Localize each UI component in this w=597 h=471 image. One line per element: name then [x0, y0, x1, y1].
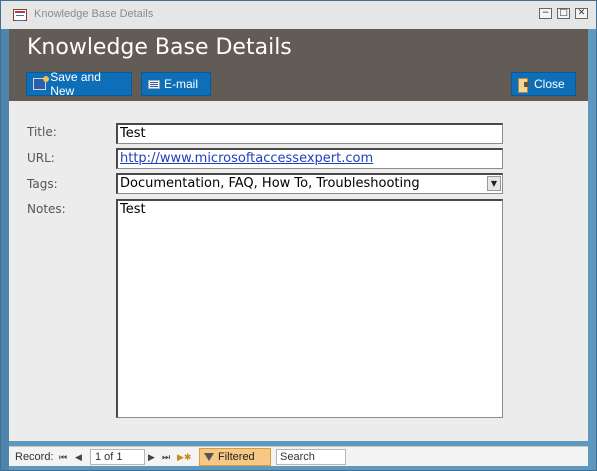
email-icon	[148, 79, 160, 89]
notes-label: Notes:	[27, 202, 66, 216]
minimize-button[interactable]: −	[539, 8, 552, 19]
page-title: Knowledge Base Details	[27, 35, 292, 60]
form-content: Knowledge Base Details Save and New E-ma…	[9, 29, 588, 441]
url-field[interactable]: http://www.microsoftaccessexpert.com	[116, 148, 503, 169]
tags-value: Documentation, FAQ, How To, Troubleshoot…	[120, 176, 420, 191]
chevron-down-icon[interactable]: ▼	[487, 176, 501, 191]
form-header: Knowledge Base Details Save and New E-ma…	[9, 29, 588, 101]
filter-label: Filtered	[218, 451, 255, 463]
save-and-new-label: Save and New	[50, 70, 101, 98]
window-left-border	[1, 29, 9, 470]
save-and-new-button[interactable]: Save and New	[26, 70, 132, 98]
previous-record-icon[interactable]: ◀	[75, 450, 82, 465]
title-field[interactable]: Test	[116, 123, 503, 144]
filter-icon	[204, 453, 214, 462]
url-label: URL:	[27, 151, 55, 165]
email-label: E-mail	[164, 77, 199, 91]
close-window-button[interactable]: ✕	[575, 8, 588, 19]
tags-combobox[interactable]: Documentation, FAQ, How To, Troubleshoot…	[116, 173, 503, 194]
first-record-icon[interactable]: ⏮	[59, 450, 67, 465]
window-titlebar[interactable]: Knowledge Base Details − □ ✕	[1, 1, 596, 29]
email-button[interactable]: E-mail	[141, 72, 211, 96]
form-window: Knowledge Base Details − □ ✕ Knowledge B…	[0, 0, 597, 471]
record-navigation-bar: Record: ⏮ ◀ 1 of 1 ▶ ⏭ ▶✱ Filtered Searc…	[9, 446, 588, 466]
close-button[interactable]: Close	[511, 72, 576, 96]
new-record-icon[interactable]: ▶✱	[177, 450, 191, 465]
title-label: Title:	[27, 125, 57, 139]
close-door-icon	[518, 77, 530, 93]
save-new-icon	[33, 76, 50, 90]
window-controls: − □ ✕	[539, 8, 588, 19]
search-input[interactable]: Search	[276, 449, 346, 465]
filter-toggle-button[interactable]: Filtered	[199, 448, 271, 466]
maximize-button[interactable]: □	[557, 8, 570, 19]
close-label: Close	[534, 77, 565, 91]
last-record-icon[interactable]: ⏭	[162, 450, 170, 465]
current-record-input[interactable]: 1 of 1	[90, 449, 145, 465]
notes-textarea[interactable]: Test	[116, 199, 503, 418]
window-title: Knowledge Base Details	[34, 8, 154, 20]
access-form-icon	[13, 9, 27, 21]
record-label: Record:	[15, 451, 54, 463]
tags-label: Tags:	[27, 177, 58, 191]
next-record-icon[interactable]: ▶	[148, 450, 155, 465]
